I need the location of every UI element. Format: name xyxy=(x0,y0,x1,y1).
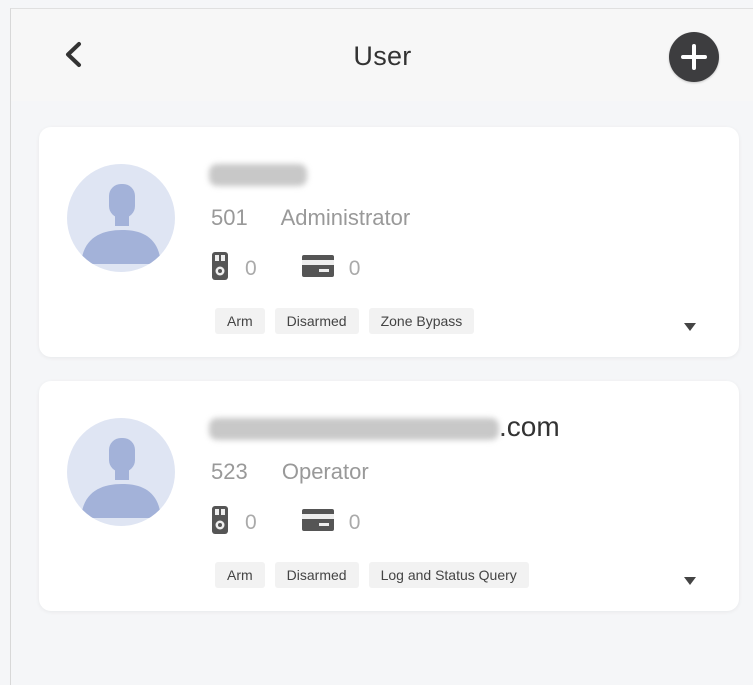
page-title: User xyxy=(353,41,412,71)
user-card[interactable]: .com 523 Operator 0 0 Arm Disarmed Log a… xyxy=(39,381,739,611)
redacted-name xyxy=(209,163,307,186)
card-icon xyxy=(301,254,335,284)
user-meta: 523 Operator xyxy=(211,459,369,485)
permission-tag: Arm xyxy=(215,562,265,588)
card-count: 0 xyxy=(348,511,361,534)
permission-tag: Disarmed xyxy=(274,308,359,334)
card-count: 0 xyxy=(348,257,361,280)
user-id: 501 xyxy=(211,205,248,230)
permission-tag: Log and Status Query xyxy=(368,562,529,588)
keyfob-icon xyxy=(211,505,229,541)
plus-icon xyxy=(681,44,707,70)
person-silhouette-icon xyxy=(81,184,161,264)
top-navigation-bar: User xyxy=(11,9,753,101)
permission-tag: Arm xyxy=(215,308,265,334)
caret-down-icon xyxy=(684,323,696,331)
avatar xyxy=(67,164,175,272)
expand-button[interactable] xyxy=(683,573,697,585)
user-name: .com xyxy=(209,411,560,443)
permission-tags: Arm Disarmed Log and Status Query xyxy=(215,562,529,588)
expand-button[interactable] xyxy=(683,319,697,331)
user-meta: 501 Administrator xyxy=(211,205,410,231)
permission-tag: Zone Bypass xyxy=(368,308,475,334)
caret-down-icon xyxy=(684,577,696,585)
keyfob-icon xyxy=(211,251,229,287)
redacted-name xyxy=(209,417,499,440)
user-role: Administrator xyxy=(280,205,411,230)
credential-counts: 0 0 xyxy=(211,506,360,540)
keyfob-count: 0 xyxy=(245,257,257,280)
permission-tags: Arm Disarmed Zone Bypass xyxy=(215,308,475,334)
user-role: Operator xyxy=(281,459,369,484)
card-icon xyxy=(301,508,335,538)
user-name xyxy=(209,157,307,189)
user-name-suffix: .com xyxy=(499,411,560,442)
keyfob-count: 0 xyxy=(245,511,257,534)
user-card[interactable]: 501 Administrator 0 0 Arm Disarmed Zone … xyxy=(39,127,739,357)
permission-tag: Disarmed xyxy=(274,562,359,588)
person-silhouette-icon xyxy=(81,438,161,518)
avatar xyxy=(67,418,175,526)
user-id: 523 xyxy=(211,459,248,484)
app-screen: User 501 Administrator 0 0 Arm Disarmed … xyxy=(10,8,753,685)
add-user-button[interactable] xyxy=(669,32,719,82)
credential-counts: 0 0 xyxy=(211,252,360,286)
